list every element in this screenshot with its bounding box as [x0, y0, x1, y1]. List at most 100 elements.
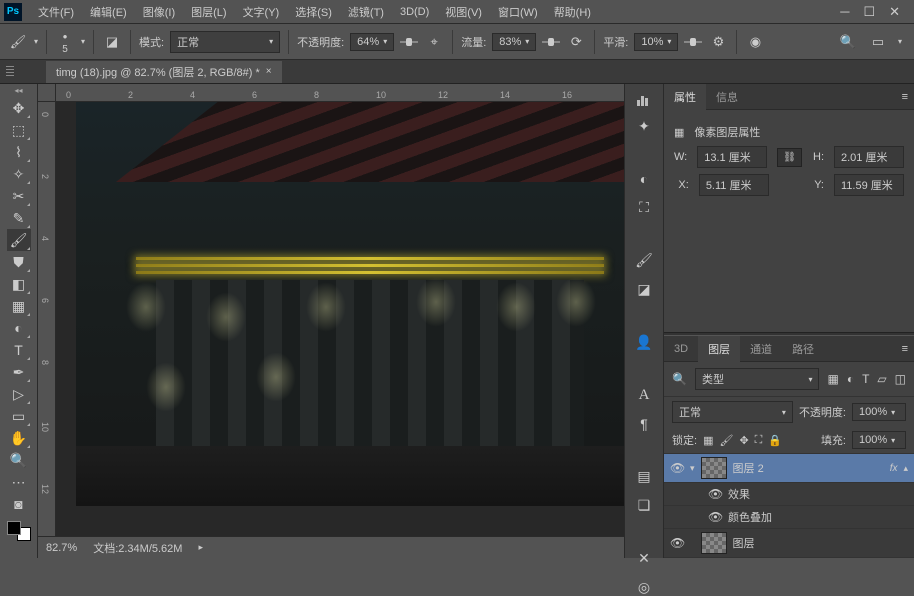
tab-layers[interactable]: 图层 [698, 336, 740, 362]
filter-search-icon[interactable]: 🔍 [672, 372, 687, 386]
dock-paragraph-icon[interactable]: ¶ [633, 416, 655, 432]
menu-select[interactable]: 选择(S) [287, 4, 340, 20]
lock-nest-icon[interactable]: ⛶ [755, 434, 763, 447]
flow-slider-icon[interactable] [542, 37, 560, 47]
visibility-icon[interactable]: 👁 [708, 487, 722, 501]
layer-name[interactable]: 图层 [733, 535, 755, 551]
doc-size[interactable]: 文档:2.34M/5.62M [93, 540, 182, 556]
dock-styles-icon[interactable]: ⛶ [633, 199, 655, 216]
blend-mode-dropdown[interactable]: 正常▾ [170, 31, 280, 53]
smoothing-gear-icon[interactable]: ⚙ [708, 32, 728, 52]
tab-paths[interactable]: 路径 [782, 336, 824, 362]
visibility-icon[interactable]: 👁 [708, 510, 722, 524]
smoothing-input[interactable]: 10%▾ [634, 33, 678, 51]
zoom-tool[interactable]: 🔍 [7, 449, 31, 471]
w-input[interactable]: 13.1 厘米 [697, 146, 767, 168]
gradient-tool[interactable]: ▦ [7, 295, 31, 317]
menu-type[interactable]: 文字(Y) [235, 4, 288, 20]
type-tool[interactable]: T [7, 339, 31, 361]
brush-tool[interactable]: 🖌 [7, 229, 31, 251]
filter-smart-icon[interactable]: ◫ [895, 372, 906, 386]
pressure-size-icon[interactable]: ◉ [745, 32, 765, 52]
color-swatch[interactable] [5, 519, 33, 543]
lock-all-icon[interactable]: 🔒 [768, 434, 782, 447]
menu-layer[interactable]: 图层(L) [183, 4, 234, 20]
brush-preview[interactable]: •5 [55, 32, 75, 52]
dock-libraries-icon[interactable]: ▤ [633, 468, 655, 485]
layer-opacity-input[interactable]: 100%▾ [852, 403, 906, 421]
path-select-tool[interactable]: ▷ [7, 383, 31, 405]
smoothing-slider-icon[interactable] [684, 37, 702, 47]
dock-layers-icon[interactable]: ❏ [633, 497, 655, 514]
dock-adjust-icon[interactable]: ◐ [633, 171, 655, 187]
h-input[interactable]: 2.01 厘米 [834, 146, 904, 168]
zoom-level[interactable]: 82.7% [46, 542, 77, 554]
move-tool[interactable]: ✥ [7, 97, 31, 119]
dock-character-icon[interactable]: 👤 [633, 334, 655, 351]
filter-kind-dropdown[interactable]: 类型▾ [695, 368, 820, 390]
quickmask-tool[interactable]: ◙ [7, 493, 31, 515]
flow-input[interactable]: 83%▾ [492, 33, 536, 51]
menu-image[interactable]: 图像(I) [135, 4, 183, 20]
canvas[interactable] [56, 102, 624, 536]
layer-name[interactable]: 图层 2 [733, 460, 764, 476]
lock-paint-icon[interactable]: 🖌 [719, 434, 733, 447]
tab-close-icon[interactable]: × [266, 66, 272, 77]
layer-row[interactable]: 👁 ▾ 图层 [664, 529, 914, 558]
menu-edit[interactable]: 编辑(E) [82, 4, 135, 20]
dock-navigator-icon[interactable]: ✦ [633, 118, 655, 135]
maximize-button[interactable]: ☐ [863, 4, 875, 20]
tab-channels[interactable]: 通道 [740, 336, 782, 362]
y-input[interactable]: 11.59 厘米 [834, 174, 904, 196]
tab-drag-handle[interactable] [6, 66, 14, 78]
fill-input[interactable]: 100%▾ [852, 431, 906, 449]
eyedropper-tool[interactable]: ✎ [7, 207, 31, 229]
fx-toggle-icon[interactable]: ▴ [903, 463, 908, 474]
menu-window[interactable]: 窗口(W) [490, 4, 546, 20]
dock-brushes-icon[interactable]: ◪ [633, 281, 655, 298]
edit-toolbar[interactable]: ⋯ [7, 471, 31, 493]
link-wh-icon[interactable]: ⛓ [777, 148, 802, 167]
dock-type-icon[interactable]: A [633, 387, 655, 404]
expand-icon[interactable]: ▾ [690, 463, 695, 474]
layer-thumbnail[interactable] [701, 532, 727, 554]
airbrush-icon[interactable]: ⟳ [566, 32, 586, 52]
lasso-tool[interactable]: ⌇ [7, 141, 31, 163]
layer-effect-item[interactable]: 👁 颜色叠加 [664, 506, 914, 529]
filter-adjust-icon[interactable]: ◐ [847, 372, 854, 386]
visibility-icon[interactable]: 👁 [670, 536, 684, 550]
marquee-tool[interactable]: ⬚ [7, 119, 31, 141]
fx-badge[interactable]: fx [890, 463, 898, 474]
ruler-horizontal[interactable]: 0 2 4 6 8 10 12 14 16 [56, 84, 624, 102]
minimize-button[interactable]: ─ [840, 4, 849, 20]
quick-select-tool[interactable]: ✧ [7, 163, 31, 185]
opacity-slider-icon[interactable] [400, 37, 418, 47]
ruler-origin[interactable] [38, 84, 56, 102]
pen-tool[interactable]: ✒ [7, 361, 31, 383]
layers-menu-icon[interactable]: ≡ [902, 343, 908, 355]
layer-blend-dropdown[interactable]: 正常▾ [672, 401, 793, 423]
menu-help[interactable]: 帮助(H) [546, 4, 599, 20]
search-icon[interactable]: 🔍 [838, 32, 858, 52]
menu-view[interactable]: 视图(V) [437, 4, 490, 20]
dodge-tool[interactable]: ◐ [7, 317, 31, 339]
lock-pos-icon[interactable]: ✥ [739, 434, 748, 447]
dock-brush-icon[interactable]: 🖌 [633, 252, 655, 269]
filter-pixel-icon[interactable]: ▦ [827, 372, 838, 386]
brush-panel-icon[interactable]: ◪ [102, 32, 122, 52]
layer-effects-row[interactable]: 👁 效果 [664, 483, 914, 506]
lock-trans-icon[interactable]: ▦ [703, 434, 713, 447]
filter-type-icon[interactable]: T [862, 372, 869, 386]
opacity-input[interactable]: 64%▾ [350, 33, 394, 51]
visibility-icon[interactable]: 👁 [670, 461, 684, 475]
stamp-tool[interactable]: ⛊ [7, 251, 31, 273]
dock-history-icon[interactable] [633, 92, 655, 106]
tab-properties[interactable]: 属性 [664, 84, 706, 110]
crop-tool[interactable]: ✂ [7, 185, 31, 207]
workspace-icon[interactable]: ▭ [868, 32, 888, 52]
menu-file[interactable]: 文件(F) [30, 4, 82, 20]
current-tool-icon[interactable]: 🖌 [8, 32, 28, 52]
panel-menu-icon[interactable]: ≡ [902, 91, 908, 103]
tab-3d[interactable]: 3D [664, 338, 698, 360]
filter-shape-icon[interactable]: ▱ [877, 372, 886, 386]
